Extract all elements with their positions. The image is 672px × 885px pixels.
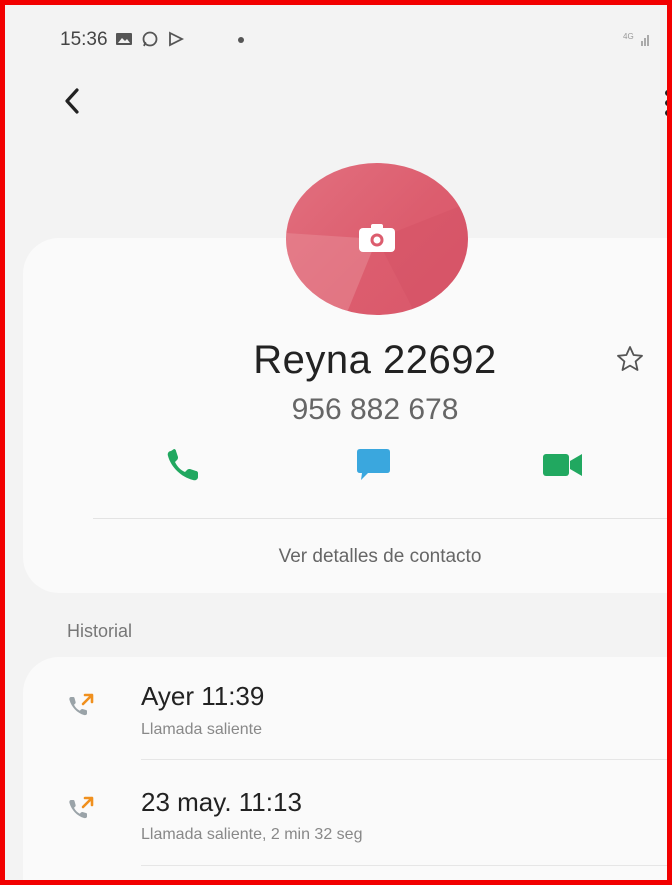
- svg-text:4G: 4G: [623, 32, 634, 41]
- play-store-icon: [169, 31, 185, 47]
- message-button[interactable]: [351, 445, 395, 485]
- card-divider: [93, 518, 667, 519]
- call-log-subtitle: Llamada saliente, 2 min 32 seg: [141, 826, 363, 843]
- list-divider: [141, 865, 667, 866]
- history-card: [23, 657, 667, 880]
- screen: 15:36 4G Reyna 22692 956 882 678 Ver det…: [0, 0, 672, 885]
- contact-phone-number: 956 882 678: [291, 393, 459, 426]
- call-log-title: Ayer 11:39: [141, 681, 265, 711]
- favorite-star-icon[interactable]: [615, 344, 645, 374]
- call-button[interactable]: [163, 445, 207, 485]
- gallery-icon: [116, 33, 132, 45]
- contact-avatar[interactable]: [286, 163, 468, 315]
- outgoing-call-icon: [69, 693, 94, 716]
- history-section-label: Historial: [67, 621, 133, 641]
- camera-icon: [359, 224, 395, 252]
- signal-icon: 4G: [623, 32, 649, 46]
- call-log-subtitle: Llamada saliente: [141, 721, 262, 738]
- list-divider: [141, 759, 667, 760]
- contact-name: Reyna 22692: [253, 338, 497, 382]
- view-contact-details-link[interactable]: Ver detalles de contacto: [185, 546, 575, 568]
- notification-dot: [238, 37, 244, 43]
- more-options-icon[interactable]: [661, 85, 672, 121]
- back-icon[interactable]: [57, 81, 93, 121]
- call-log-title: 23 may. 11:13: [141, 787, 302, 817]
- video-call-button[interactable]: [541, 445, 585, 485]
- status-bar: 15:36 4G: [5, 5, 667, 69]
- status-time: 15:36: [60, 29, 108, 50]
- outgoing-call-icon: [69, 796, 94, 819]
- whatsapp-icon: [142, 31, 158, 47]
